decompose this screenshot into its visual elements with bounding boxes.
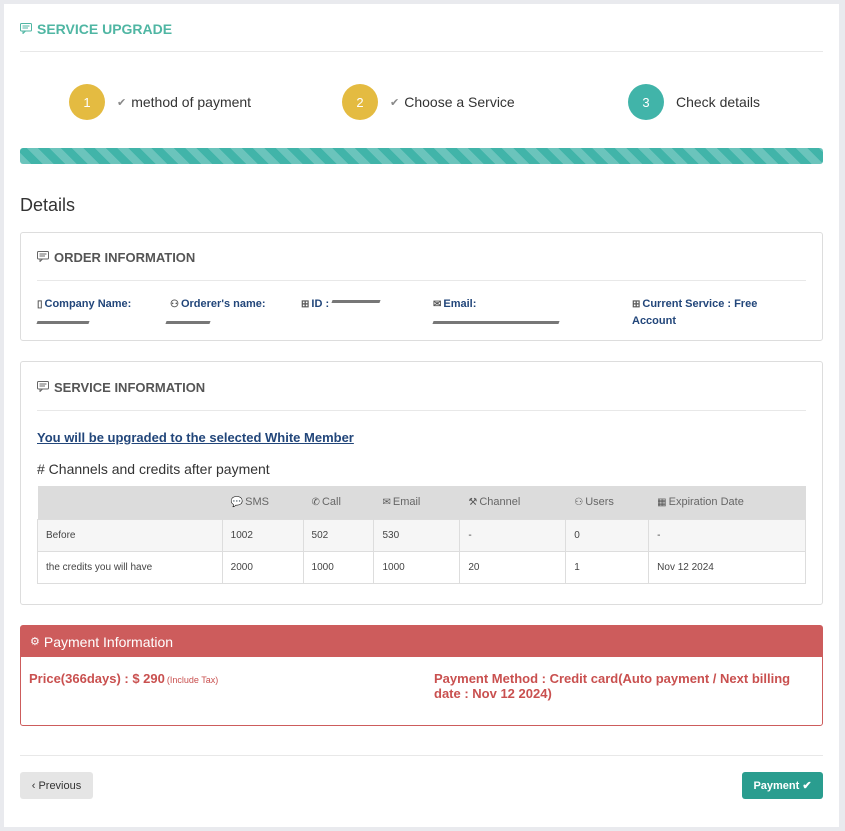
table-row: the credits you will have 2000 1000 1000… (37, 550, 806, 584)
page-header: SERVICE UPGRADE (20, 21, 172, 37)
comment-icon (20, 21, 32, 37)
table-cell: the credits you will have (37, 550, 223, 584)
table-cell: 1002 (221, 518, 304, 552)
table-cell: 530 (373, 518, 461, 552)
order-info-title: ORDER INFORMATION (37, 250, 195, 265)
col-header-email: ✉ Email (373, 486, 461, 519)
table-cell: Before (37, 518, 223, 552)
comment-icon (37, 380, 49, 395)
comment-icon: 💬 (230, 497, 244, 509)
col-header-call: ✆ Call (303, 486, 375, 519)
progress-bar (20, 148, 823, 164)
gift-icon: ⊞ (632, 299, 641, 310)
user-icon: ⚇ (170, 299, 179, 310)
tax-note: (Include Tax) (166, 675, 219, 685)
orderer-value-redacted (165, 313, 230, 329)
table-cell: 2000 (221, 550, 304, 584)
service-info-title-text: SERVICE INFORMATION (54, 380, 206, 395)
payment-button[interactable]: Payment ✔ (742, 772, 823, 799)
table-cell: Nov 12 2024 (648, 550, 806, 584)
col-header-empty (37, 486, 223, 519)
gift-icon: ⊞ (301, 299, 310, 310)
table-cell: - (648, 518, 806, 552)
table-cell: 502 (302, 518, 375, 552)
table-cell: - (459, 518, 567, 552)
step-1-label: method of payment (131, 94, 252, 110)
col-header-users: ⚇ Users (565, 486, 650, 519)
step-2: 2 ✔ Choose a Service (342, 84, 515, 120)
payment-label: Payment (753, 779, 800, 792)
main-card: SERVICE UPGRADE 1 ✔ method of payment 2 … (4, 4, 839, 827)
email-label: Email: (443, 298, 477, 310)
page-title: SERVICE UPGRADE (37, 21, 173, 37)
table-cell: 1 (565, 550, 650, 584)
payment-info-panel: ⚙ Payment Information Price(366days) : $… (20, 625, 823, 726)
check-icon: ✔ (390, 96, 400, 109)
table-header-row: 💬 SMS ✆ Call ✉ Email ⚒ Channel ⚇ Users ▦ Expir… (37, 486, 806, 519)
envelope-icon: ✉ (433, 299, 442, 310)
phone-icon: ✆ (311, 497, 320, 509)
table-cell: 0 (565, 518, 650, 552)
email-value-redacted (432, 313, 563, 329)
previous-label: Previous (38, 779, 82, 792)
col-header-expiration: ▦ Expiration Date (648, 486, 806, 519)
step-3: 3 Check details (628, 84, 760, 120)
comment-icon (37, 250, 49, 265)
current-service: ⊞ Current Service : Free Account (632, 296, 782, 329)
payment-info-title: Payment Information (43, 633, 174, 650)
payment-info-header: ⚙ Payment Information (21, 626, 822, 657)
step-2-number: 2 (342, 84, 378, 120)
details-title: Details (20, 195, 76, 215)
orderer-label: Orderer's name: (180, 298, 266, 310)
check-icon: ✔ (802, 780, 812, 792)
progress-fill (20, 148, 823, 164)
step-3-number: 3 (628, 84, 664, 120)
id-value-redacted (331, 297, 381, 307)
check-icon: ✔ (117, 96, 127, 109)
order-info-panel: ORDER INFORMATION ▯ Company Name: ⚇ Ordere… (20, 232, 823, 341)
step-3-label: Check details (676, 94, 761, 110)
header-divider (20, 51, 823, 52)
id-label: ID : (311, 298, 330, 310)
table-cell: 1000 (373, 550, 461, 584)
service-info-panel: SERVICE INFORMATION You will be upgraded… (20, 361, 823, 605)
upgrade-link[interactable]: You will be upgraded to the selected Whi… (37, 430, 354, 445)
col-header-sms: 💬 SMS (222, 486, 304, 519)
step-2-label: Choose a Service (404, 94, 515, 110)
chevron-left-icon: ‹ (31, 779, 36, 792)
footer-divider (20, 755, 823, 756)
current-service-text: Current Service : Free Account (632, 298, 758, 327)
step-1: 1 ✔ method of payment (69, 84, 251, 120)
company-value-redacted (36, 313, 97, 329)
orderer-name: ⚇ Orderer's name: (165, 296, 266, 329)
company-name: ▯ Company Name: (36, 296, 132, 329)
user-id: ⊞ ID : (301, 296, 381, 313)
gears-icon: ⚙ (30, 636, 40, 648)
user-icon: ⚇ (574, 497, 584, 509)
order-divider (37, 280, 806, 281)
table-cell: 1000 (302, 550, 375, 584)
building-icon: ▯ (37, 299, 43, 310)
order-info-title-text: ORDER INFORMATION (54, 250, 196, 265)
calendar-icon: ▦ (657, 497, 667, 509)
step-1-number: 1 (69, 84, 105, 120)
table-cell: 20 (459, 550, 567, 584)
price-text: Price(366days) : $ 290 (29, 671, 165, 686)
payment-method: Payment Method : Credit card(Auto paymen… (434, 671, 791, 701)
email: ✉ Email: (432, 296, 563, 329)
channels-title: # Channels and credits after payment (37, 461, 270, 477)
wrench-icon: ⚒ (468, 497, 478, 509)
envelope-icon: ✉ (382, 497, 391, 509)
company-label: Company Name: (44, 298, 132, 310)
service-divider (37, 410, 806, 411)
service-info-title: SERVICE INFORMATION (37, 380, 205, 395)
col-header-channel: ⚒ Channel (459, 486, 567, 519)
previous-button[interactable]: ‹ Previous (20, 772, 93, 799)
price: Price(366days) : $ 290 (Include Tax) (29, 671, 218, 686)
table-row: Before 1002 502 530 - 0 - (37, 518, 806, 552)
credits-table: 💬 SMS ✆ Call ✉ Email ⚒ Channel ⚇ Users ▦ Expir… (37, 486, 806, 584)
